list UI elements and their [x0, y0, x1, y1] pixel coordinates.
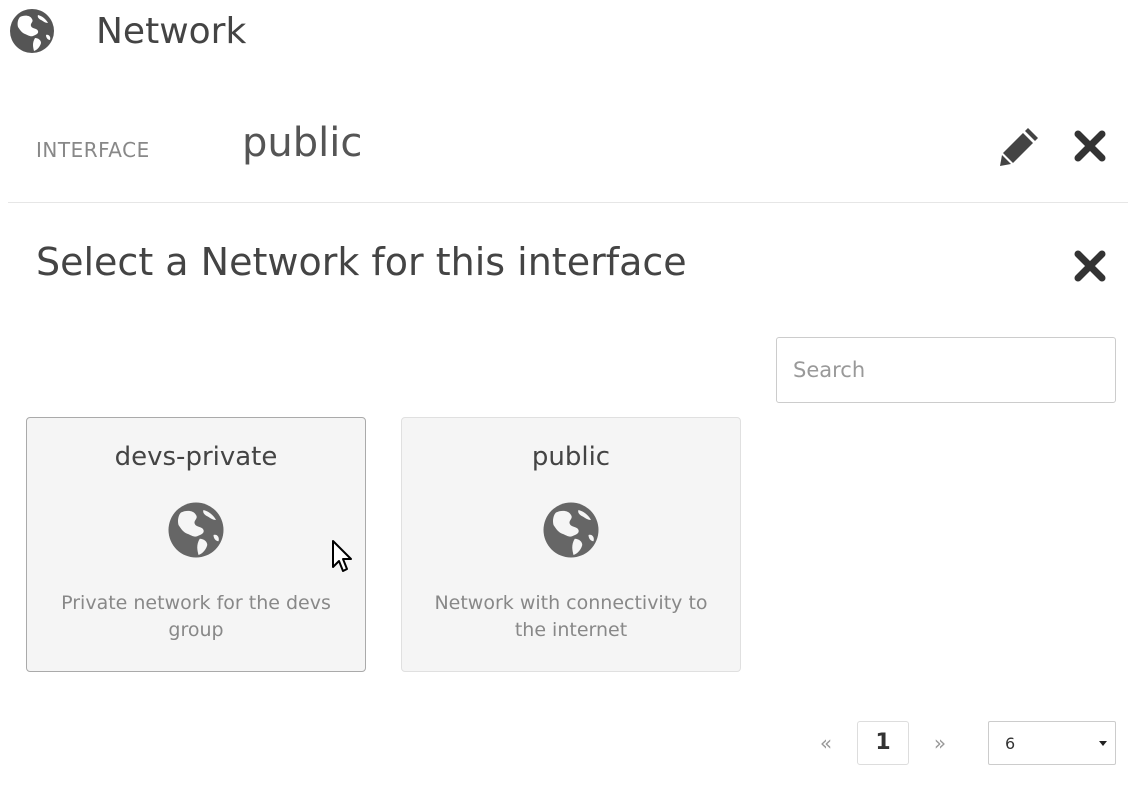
- network-name: public: [531, 442, 611, 472]
- globe-icon: [168, 502, 224, 558]
- edit-button[interactable]: [1000, 126, 1040, 166]
- network-card-devs-private[interactable]: devs-private Private network for the dev…: [26, 417, 366, 672]
- close-select-button[interactable]: [1072, 246, 1108, 286]
- network-name: devs-private: [114, 442, 278, 472]
- mouse-cursor-icon: [332, 540, 352, 572]
- page-header: Network: [8, 6, 246, 56]
- caret-down-icon: [1099, 741, 1107, 746]
- network-description: Private network for the devs group: [61, 592, 331, 641]
- network-page: Network INTERFACE public Select a Networ…: [0, 0, 1128, 792]
- pencil-icon: [1000, 128, 1038, 166]
- close-icon: [1074, 130, 1106, 162]
- close-icon: [1074, 250, 1106, 282]
- divider: [8, 202, 1128, 203]
- close-button[interactable]: [1072, 126, 1108, 166]
- interface-value: public: [242, 120, 363, 166]
- network-description: Network with connectivity to the interne…: [434, 592, 708, 641]
- pagination-next[interactable]: »: [924, 721, 956, 765]
- page-title: Network: [96, 10, 247, 52]
- globe-icon: [543, 502, 599, 558]
- section-title: Select a Network for this interface: [36, 240, 687, 284]
- page-size-value: 6: [1005, 734, 1016, 753]
- search-input[interactable]: [776, 337, 1116, 403]
- pagination-page-1[interactable]: 1: [857, 721, 909, 765]
- page-size-select[interactable]: 6: [988, 721, 1116, 765]
- interface-row: INTERFACE public: [0, 112, 1128, 202]
- interface-label: INTERFACE: [36, 138, 150, 162]
- pagination-prev[interactable]: «: [810, 721, 842, 765]
- network-card-public[interactable]: public Network with connectivity to the …: [401, 417, 741, 672]
- globe-icon: [10, 9, 54, 53]
